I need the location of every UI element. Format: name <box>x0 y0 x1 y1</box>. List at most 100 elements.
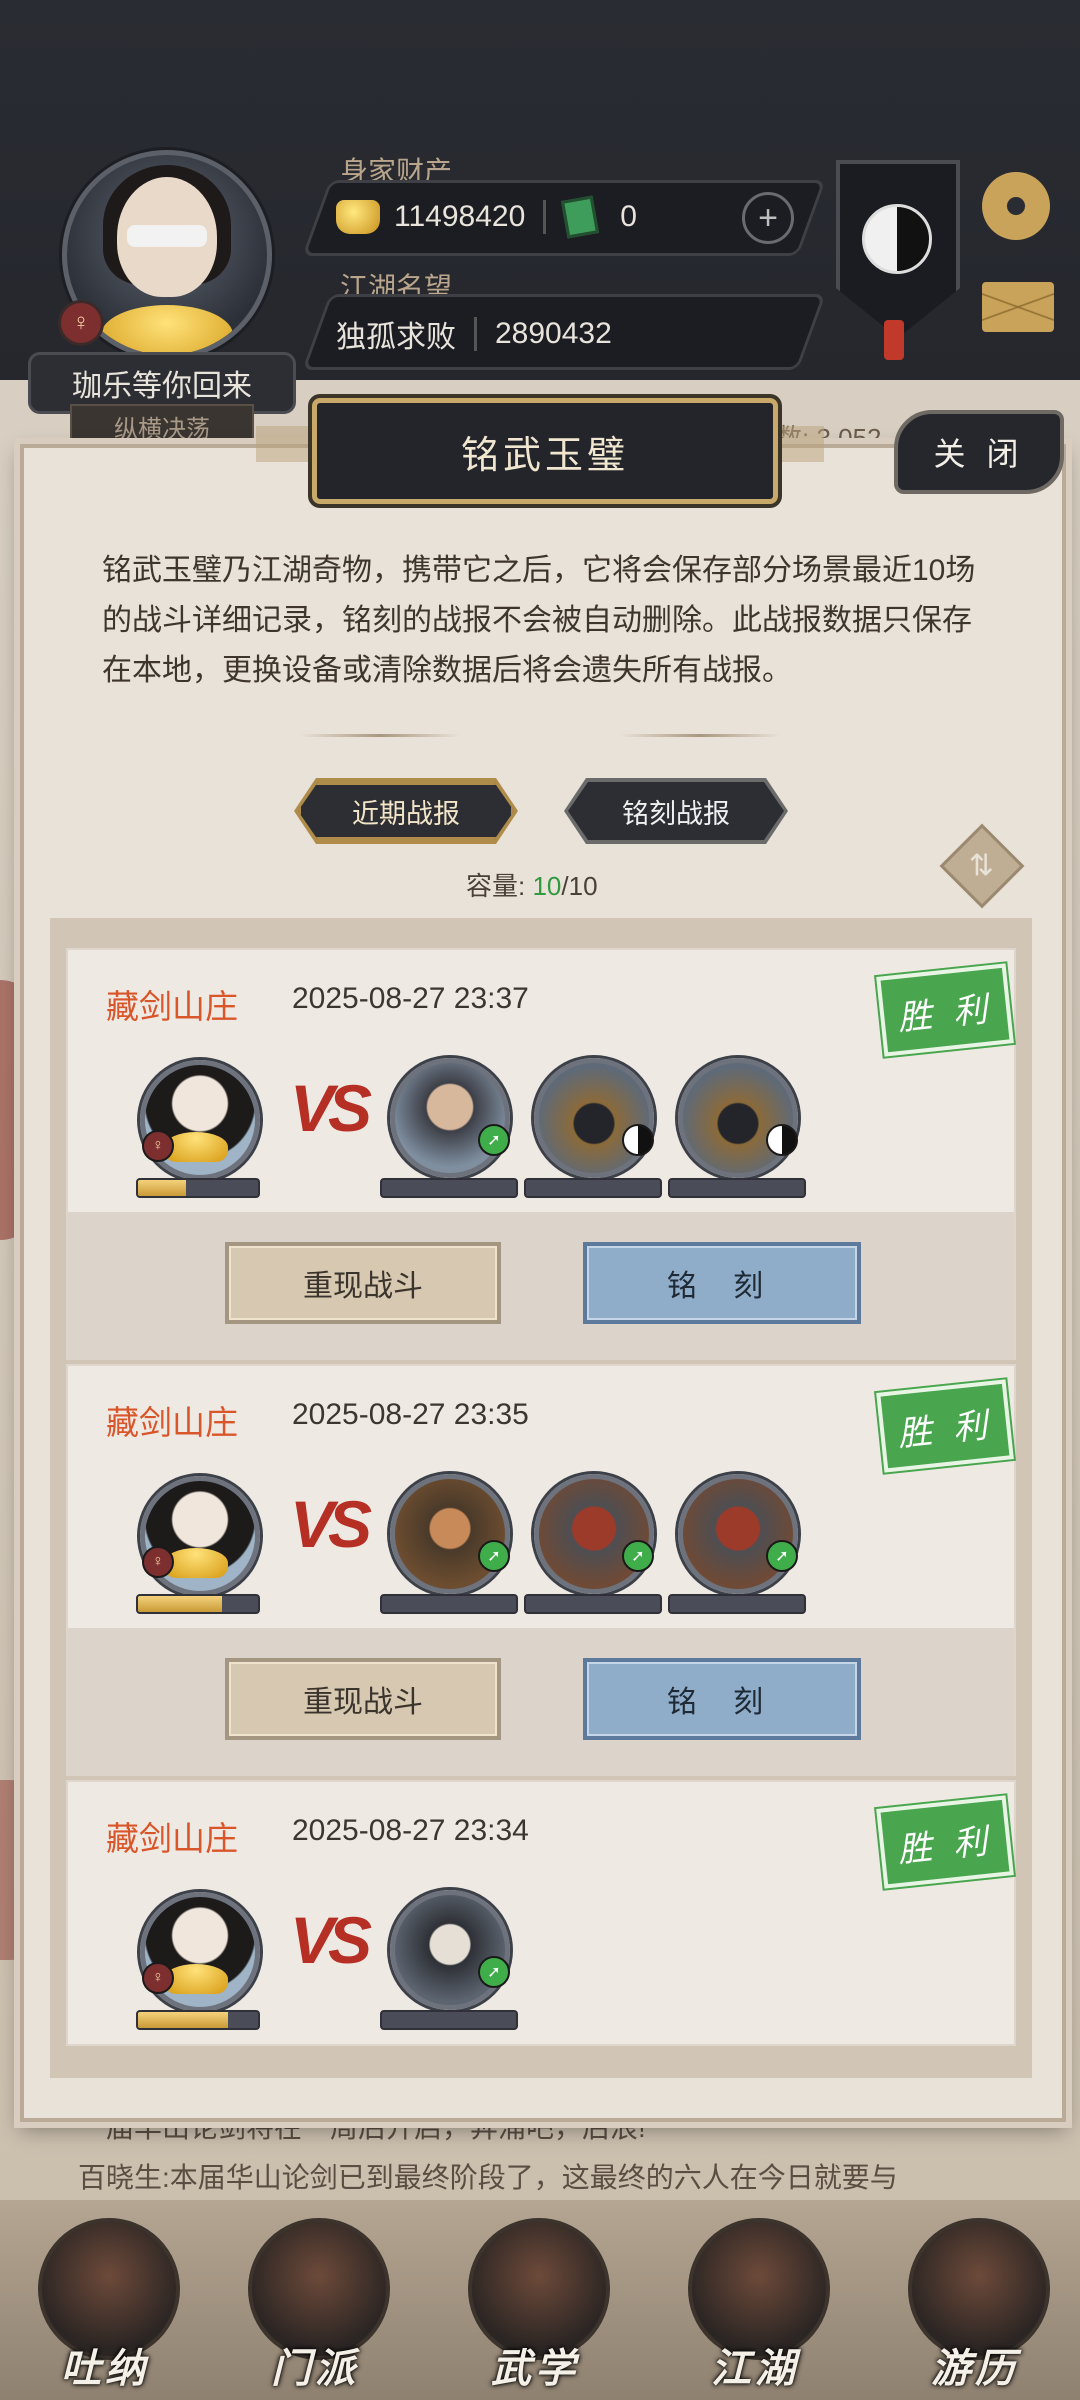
player-hp-bar <box>136 1594 260 1614</box>
news-line: 百晓生:本届华山论剑已到最终阶段了，这最终的六人在今日就要与 <box>78 2162 898 2193</box>
reputation-value: 2890432 <box>495 317 612 350</box>
capacity-used: 10 <box>532 871 562 901</box>
enemy-hp-bar <box>380 2010 518 2030</box>
record-location: 藏剑山庄 <box>106 1820 238 1857</box>
nav-sect[interactable]: 门派 <box>240 2218 390 2391</box>
record-time: 2025-08-27 23:37 <box>292 982 529 1015</box>
victory-stamp: 胜 利 <box>876 1795 1014 1889</box>
nav-breathing[interactable]: 吐纳 <box>30 2218 180 2391</box>
divider-ornament <box>300 734 460 737</box>
taiji-icon <box>622 1124 654 1156</box>
vs-icon: VS <box>290 1903 372 1977</box>
engrave-button[interactable]: 铭 刻 <box>583 1658 861 1740</box>
nav-label: 吐纳 <box>61 2347 149 2391</box>
hp-fill <box>138 2012 228 2028</box>
enemy-portrait <box>390 1058 510 1178</box>
victory-stamp: 胜 利 <box>876 963 1014 1057</box>
player-hp-bar <box>136 2010 260 2030</box>
tab-engraved-reports[interactable]: 铭刻战报 <box>568 782 784 840</box>
sword-icon: ➚ <box>766 1540 798 1572</box>
capacity-total: /10 <box>561 871 598 901</box>
divider <box>543 200 547 234</box>
enemy-portrait <box>534 1058 654 1178</box>
record-summary: 藏剑山庄 2025-08-27 23:35 胜 利 ♀ VS ➚ ➚ ➚ <box>68 1366 1014 1628</box>
tassel-icon <box>884 320 904 360</box>
taiji-icon <box>766 1124 798 1156</box>
add-currency-button[interactable]: + <box>742 192 794 244</box>
gender-female-icon: ♀ <box>142 1546 174 1578</box>
modal-description: 铭武玉璧乃江湖奇物，携带它之后，它将会保存部分场景最近10场的战斗详细记录，铭刻… <box>102 554 976 687</box>
sword-icon: ➚ <box>478 1124 510 1156</box>
victory-stamp: 胜 利 <box>876 1379 1014 1473</box>
player-portrait <box>140 1060 260 1180</box>
nav-martial-arts[interactable]: 武学 <box>460 2218 610 2391</box>
divider-ornament <box>620 734 780 737</box>
record-location: 藏剑山庄 <box>106 988 238 1025</box>
jade-amount: 0 <box>620 200 637 233</box>
nav-label: 江湖 <box>711 2347 799 2391</box>
reputation-title: 独孤求败 <box>336 321 456 354</box>
record-location: 藏剑山庄 <box>106 1404 238 1441</box>
record-actions: 重现战斗 铭 刻 <box>68 1212 1014 1360</box>
gold-ingot-icon <box>336 200 380 234</box>
record-summary: 藏剑山庄 2025-08-27 23:37 胜 利 ♀ VS ➚ <box>68 950 1014 1212</box>
top-hud: ♀ 身家财产 11498420 0 + 江湖名望 独孤求败 2890432 <box>0 0 1080 380</box>
taiji-icon <box>862 204 932 274</box>
gender-female-icon: ♀ <box>142 1130 174 1162</box>
title-ornament <box>256 426 316 462</box>
nav-label: 门派 <box>271 2347 359 2391</box>
nav-label: 游历 <box>931 2347 1019 2391</box>
close-button[interactable]: 关 闭 <box>894 410 1064 494</box>
hp-fill <box>138 1180 186 1196</box>
gender-female-icon: ♀ <box>142 1962 174 1994</box>
vs-icon: VS <box>290 1487 372 1561</box>
enemy-hp-bar <box>524 1178 662 1198</box>
wealth-values: 11498420 0 <box>336 195 637 239</box>
enemy-portrait <box>390 1474 510 1594</box>
mail-icon[interactable] <box>982 282 1054 332</box>
engrave-button[interactable]: 铭 刻 <box>583 1242 861 1324</box>
bottom-navigation: 吐纳 门派 武学 江湖 游历 <box>0 2200 1080 2400</box>
divider <box>474 317 477 351</box>
player-hp-bar <box>136 1178 260 1198</box>
enemy-hp-bar <box>668 1594 806 1614</box>
player-portrait <box>140 1892 260 2012</box>
gender-female-icon: ♀ <box>58 300 104 346</box>
sword-icon: ➚ <box>478 1956 510 1988</box>
enemy-hp-bar <box>380 1594 518 1614</box>
replay-battle-button[interactable]: 重现战斗 <box>225 1242 501 1324</box>
player-portrait <box>140 1476 260 1596</box>
tab-recent-reports[interactable]: 近期战报 <box>298 782 514 840</box>
record-actions: 重现战斗 铭 刻 <box>68 1628 1014 1776</box>
enemy-portrait <box>678 1474 798 1594</box>
enemy-hp-bar <box>524 1594 662 1614</box>
enemy-portrait <box>390 1890 510 2010</box>
nav-jianghu[interactable]: 江湖 <box>680 2218 830 2391</box>
enemy-hp-bar <box>668 1178 806 1198</box>
vs-icon: VS <box>290 1071 372 1145</box>
record-summary: 藏剑山庄 2025-08-27 23:34 胜 利 ♀ VS ➚ <box>68 1782 1014 2044</box>
battle-record: 藏剑山庄 2025-08-27 23:37 胜 利 ♀ VS ➚ 重现战斗 铭 … <box>66 948 1016 1360</box>
jade-icon <box>561 195 600 239</box>
enemy-hp-bar <box>380 1178 518 1198</box>
enemy-portrait <box>534 1474 654 1594</box>
battle-record: 藏剑山庄 2025-08-27 23:34 胜 利 ♀ VS ➚ <box>66 1780 1016 2046</box>
replay-battle-button[interactable]: 重现战斗 <box>225 1658 501 1740</box>
record-time: 2025-08-27 23:34 <box>292 1814 529 1847</box>
enemy-portrait <box>678 1058 798 1178</box>
gold-amount: 11498420 <box>394 200 526 233</box>
nav-travel[interactable]: 游历 <box>900 2218 1050 2391</box>
taiji-banner[interactable] <box>836 160 960 338</box>
hp-fill <box>138 1596 222 1612</box>
record-time: 2025-08-27 23:35 <box>292 1398 529 1431</box>
player-subtitle: 纵横决荡 <box>70 404 254 448</box>
capacity-label: 容量: <box>466 871 526 901</box>
sword-icon: ➚ <box>622 1540 654 1572</box>
reputation-values: 独孤求败 2890432 <box>336 312 612 356</box>
modal-title: 铭武玉璧 <box>312 398 778 504</box>
gear-icon[interactable] <box>982 172 1050 240</box>
avatar-mask <box>127 225 207 247</box>
sword-icon: ➚ <box>478 1540 510 1572</box>
capacity-indicator: 容量: 10/10 <box>466 866 598 903</box>
battle-record: 藏剑山庄 2025-08-27 23:35 胜 利 ♀ VS ➚ ➚ ➚ 重现战… <box>66 1364 1016 1776</box>
